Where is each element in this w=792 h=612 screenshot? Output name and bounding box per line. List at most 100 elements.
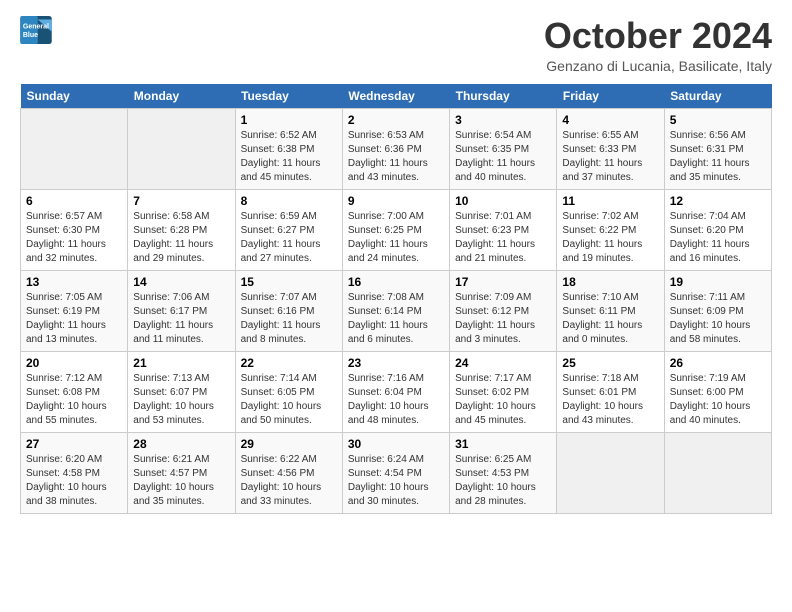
day-number: 29 [241,437,337,451]
calendar-cell: 24 Sunrise: 7:17 AM Sunset: 6:02 PM Dayli… [450,351,557,432]
day-info: Sunrise: 6:22 AM Sunset: 4:56 PM Dayligh… [241,453,337,509]
day-header-saturday: Saturday [664,84,771,109]
month-title: October 2024 [544,16,772,56]
calendar-cell: 15Sunrise: 7:07 AM Sunset: 6:16 PM Dayli… [235,270,342,351]
day-info: Sunrise: 6:54 AM Sunset: 6:35 PM Dayligh… [455,129,551,185]
week-row-1: 1Sunrise: 6:52 AM Sunset: 6:38 PM Daylig… [21,108,772,189]
week-row-4: 20 Sunrise: 7:12 AM Sunset: 6:08 PM Dayli… [21,351,772,432]
calendar-table: SundayMondayTuesdayWednesdayThursdayFrid… [20,84,772,514]
svg-text:Blue: Blue [23,32,38,39]
calendar-cell: 13Sunrise: 7:05 AM Sunset: 6:19 PM Dayli… [21,270,128,351]
week-row-3: 13Sunrise: 7:05 AM Sunset: 6:19 PM Dayli… [21,270,772,351]
day-header-sunday: Sunday [21,84,128,109]
day-info: Sunrise: 7:01 AM Sunset: 6:23 PM Dayligh… [455,210,551,266]
day-number: 18 [562,275,658,289]
calendar-cell [128,108,235,189]
calendar-cell: 2Sunrise: 6:53 AM Sunset: 6:36 PM Daylig… [342,108,449,189]
day-info: Sunrise: 7:16 AM Sunset: 6:04 PM Dayligh… [348,372,444,428]
day-number: 9 [348,194,444,208]
calendar-cell: 19 Sunrise: 7:11 AM Sunset: 6:09 PM Dayli… [664,270,771,351]
calendar-cell: 3 Sunrise: 6:54 AM Sunset: 6:35 PM Daylig… [450,108,557,189]
day-info: Sunrise: 7:04 AM Sunset: 6:20 PM Dayligh… [670,210,766,266]
day-info: Sunrise: 6:21 AM Sunset: 4:57 PM Dayligh… [133,453,229,509]
day-info: Sunrise: 7:08 AM Sunset: 6:14 PM Dayligh… [348,291,444,347]
day-number: 19 [670,275,766,289]
logo: General Blue [20,16,52,44]
header-row: SundayMondayTuesdayWednesdayThursdayFrid… [21,84,772,109]
day-header-tuesday: Tuesday [235,84,342,109]
week-row-5: 27 Sunrise: 6:20 AM Sunset: 4:58 PM Dayli… [21,432,772,513]
calendar-body: 1Sunrise: 6:52 AM Sunset: 6:38 PM Daylig… [21,108,772,513]
day-number: 6 [26,194,122,208]
day-info: Sunrise: 7:07 AM Sunset: 6:16 PM Dayligh… [241,291,337,347]
day-info: Sunrise: 7:18 AM Sunset: 6:01 PM Dayligh… [562,372,658,428]
calendar-cell: 11Sunrise: 7:02 AM Sunset: 6:22 PM Dayli… [557,189,664,270]
day-info: Sunrise: 7:13 AM Sunset: 6:07 PM Dayligh… [133,372,229,428]
day-number: 10 [455,194,551,208]
day-info: Sunrise: 7:09 AM Sunset: 6:12 PM Dayligh… [455,291,551,347]
day-info: Sunrise: 6:52 AM Sunset: 6:38 PM Dayligh… [241,129,337,185]
day-number: 17 [455,275,551,289]
day-number: 24 [455,356,551,370]
day-number: 11 [562,194,658,208]
day-header-wednesday: Wednesday [342,84,449,109]
day-info: Sunrise: 7:19 AM Sunset: 6:00 PM Dayligh… [670,372,766,428]
calendar-header: SundayMondayTuesdayWednesdayThursdayFrid… [21,84,772,109]
calendar-cell: 30Sunrise: 6:24 AM Sunset: 4:54 PM Dayli… [342,432,449,513]
day-number: 4 [562,113,658,127]
day-number: 12 [670,194,766,208]
location-subtitle: Genzano di Lucania, Basilicate, Italy [544,58,772,74]
day-info: Sunrise: 7:17 AM Sunset: 6:02 PM Dayligh… [455,372,551,428]
day-info: Sunrise: 7:14 AM Sunset: 6:05 PM Dayligh… [241,372,337,428]
day-number: 30 [348,437,444,451]
day-number: 21 [133,356,229,370]
day-info: Sunrise: 6:55 AM Sunset: 6:33 PM Dayligh… [562,129,658,185]
calendar-cell: 5Sunrise: 6:56 AM Sunset: 6:31 PM Daylig… [664,108,771,189]
calendar-cell: 16 Sunrise: 7:08 AM Sunset: 6:14 PM Dayli… [342,270,449,351]
calendar-cell: 12 Sunrise: 7:04 AM Sunset: 6:20 PM Dayli… [664,189,771,270]
day-info: Sunrise: 7:06 AM Sunset: 6:17 PM Dayligh… [133,291,229,347]
calendar-cell: 29 Sunrise: 6:22 AM Sunset: 4:56 PM Dayli… [235,432,342,513]
day-info: Sunrise: 6:20 AM Sunset: 4:58 PM Dayligh… [26,453,122,509]
day-number: 22 [241,356,337,370]
day-info: Sunrise: 7:11 AM Sunset: 6:09 PM Dayligh… [670,291,766,347]
calendar-cell: 14 Sunrise: 7:06 AM Sunset: 6:17 PM Dayli… [128,270,235,351]
calendar-cell: 4 Sunrise: 6:55 AM Sunset: 6:33 PM Daylig… [557,108,664,189]
calendar-cell: 6 Sunrise: 6:57 AM Sunset: 6:30 PM Daylig… [21,189,128,270]
calendar-cell [664,432,771,513]
day-number: 5 [670,113,766,127]
day-number: 27 [26,437,122,451]
calendar-cell: 23Sunrise: 7:16 AM Sunset: 6:04 PM Dayli… [342,351,449,432]
day-info: Sunrise: 6:57 AM Sunset: 6:30 PM Dayligh… [26,210,122,266]
day-info: Sunrise: 6:58 AM Sunset: 6:28 PM Dayligh… [133,210,229,266]
day-number: 3 [455,113,551,127]
day-header-thursday: Thursday [450,84,557,109]
calendar-cell [557,432,664,513]
calendar-cell: 25Sunrise: 7:18 AM Sunset: 6:01 PM Dayli… [557,351,664,432]
day-header-monday: Monday [128,84,235,109]
calendar-cell: 20 Sunrise: 7:12 AM Sunset: 6:08 PM Dayli… [21,351,128,432]
day-number: 16 [348,275,444,289]
day-info: Sunrise: 7:10 AM Sunset: 6:11 PM Dayligh… [562,291,658,347]
calendar-cell: 8Sunrise: 6:59 AM Sunset: 6:27 PM Daylig… [235,189,342,270]
calendar-cell: 26 Sunrise: 7:19 AM Sunset: 6:00 PM Dayli… [664,351,771,432]
calendar-cell: 22 Sunrise: 7:14 AM Sunset: 6:05 PM Dayli… [235,351,342,432]
day-number: 26 [670,356,766,370]
day-info: Sunrise: 7:00 AM Sunset: 6:25 PM Dayligh… [348,210,444,266]
calendar-cell: 7Sunrise: 6:58 AM Sunset: 6:28 PM Daylig… [128,189,235,270]
day-number: 14 [133,275,229,289]
day-number: 28 [133,437,229,451]
svg-text:General: General [23,23,49,30]
day-info: Sunrise: 6:53 AM Sunset: 6:36 PM Dayligh… [348,129,444,185]
week-row-2: 6 Sunrise: 6:57 AM Sunset: 6:30 PM Daylig… [21,189,772,270]
calendar-cell: 18 Sunrise: 7:10 AM Sunset: 6:11 PM Dayli… [557,270,664,351]
calendar-cell: 21 Sunrise: 7:13 AM Sunset: 6:07 PM Dayli… [128,351,235,432]
day-info: Sunrise: 6:25 AM Sunset: 4:53 PM Dayligh… [455,453,551,509]
day-info: Sunrise: 7:12 AM Sunset: 6:08 PM Dayligh… [26,372,122,428]
day-number: 20 [26,356,122,370]
calendar-cell [21,108,128,189]
day-info: Sunrise: 6:59 AM Sunset: 6:27 PM Dayligh… [241,210,337,266]
calendar-cell: 1Sunrise: 6:52 AM Sunset: 6:38 PM Daylig… [235,108,342,189]
calendar-cell: 10 Sunrise: 7:01 AM Sunset: 6:23 PM Dayli… [450,189,557,270]
calendar-cell: 17 Sunrise: 7:09 AM Sunset: 6:12 PM Dayli… [450,270,557,351]
